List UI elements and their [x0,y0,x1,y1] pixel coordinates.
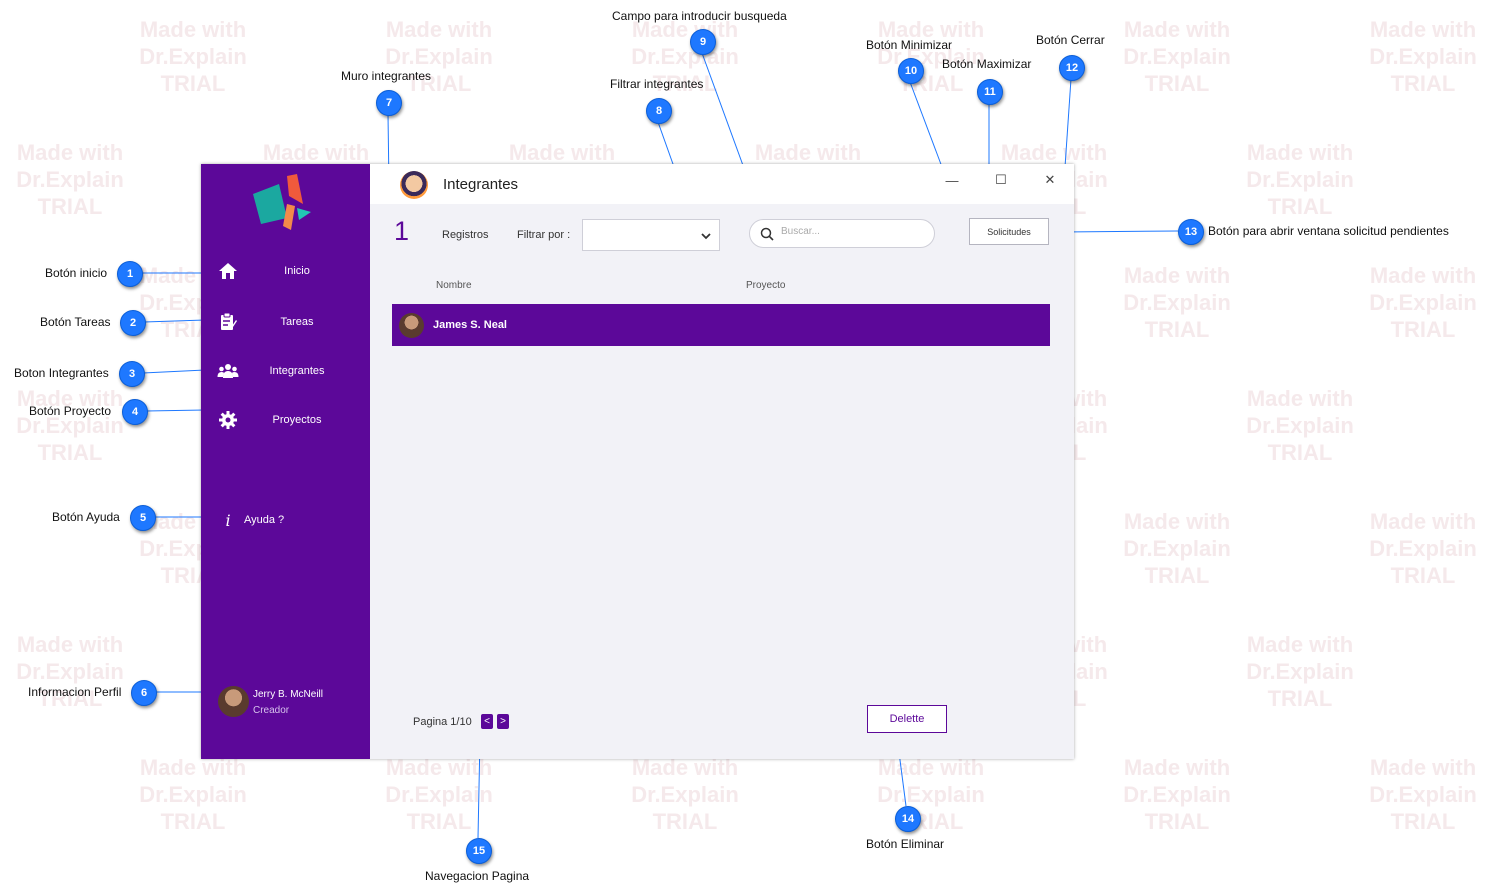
search-input[interactable] [781,226,921,237]
callout-line-13 [1061,230,1179,233]
sidebar-item-label: Proyectos [272,414,322,426]
sidebar-item-inicio[interactable]: Inicio [201,253,370,289]
callout-line-10 [909,81,943,168]
app-logo [253,174,311,230]
minimize-button[interactable]: — [938,170,966,190]
window-titlebar: Integrantes — ☐ ✕ [370,164,1074,204]
callout-label-6: Informacion Perfil [28,685,122,699]
search-field[interactable] [749,219,935,248]
page-indicator: Pagina 1/10 [413,716,472,728]
gear-icon [217,409,239,431]
sidebar-item-proyectos[interactable]: Proyectos [201,402,370,438]
callout-label-7: Muro integrantes [341,69,432,83]
callout-badge-6: 6 [131,680,157,706]
sidebar: Inicio Tareas Integrantes Proyectos i Ay… [201,164,370,759]
callout-badge-1: 1 [117,261,143,287]
info-icon: i [225,510,231,530]
sidebar-item-label: Tareas [280,316,314,328]
home-icon [217,260,239,282]
callout-line-12 [1064,78,1072,168]
callout-badge-3: 3 [119,361,145,387]
callout-label-9: Campo para introducir busqueda [612,9,787,23]
prev-page-button[interactable]: < [481,714,493,729]
callout-badge-13: 13 [1178,219,1204,245]
callout-label-3: Boton Integrantes [14,366,109,380]
record-count: 1 [394,216,410,246]
callout-line-3 [142,369,206,374]
filter-select[interactable] [582,219,720,251]
callout-badge-9: 9 [690,29,716,55]
registros-label: Registros [442,229,489,241]
callout-badge-4: 4 [122,399,148,425]
table-row[interactable]: James S. Neal [392,304,1050,346]
callout-label-12: Botón Cerrar [1036,33,1105,47]
callout-label-10: Botón Minimizar [866,38,953,52]
callout-label-11: Botón Maximizar [942,57,1032,71]
callout-badge-10: 10 [898,58,924,84]
window-title: Integrantes [443,176,519,193]
delete-button[interactable]: Delette [867,705,947,733]
column-header-nombre: Nombre [436,280,472,291]
callout-label-14: Botón Eliminar [866,837,945,851]
callout-label-13: Botón para abrir ventana solicitud pendi… [1208,224,1449,238]
app-avatar-icon [400,171,428,199]
callout-badge-2: 2 [120,310,146,336]
filter-label: Filtrar por : [517,229,571,241]
member-name: James S. Neal [433,319,507,331]
callout-badge-15: 15 [466,838,492,864]
integrantes-window: Inicio Tareas Integrantes Proyectos i Ay… [201,164,1074,759]
next-page-button[interactable]: > [497,714,509,729]
callout-line-2 [143,319,206,323]
sidebar-item-ayuda[interactable]: i Ayuda ? [201,502,370,538]
profile-info[interactable]: Jerry B. McNeill Creador [218,685,368,719]
group-icon [217,360,239,382]
callout-label-8: Filtrar integrantes [610,77,704,91]
sidebar-item-integrantes[interactable]: Integrantes [201,353,370,389]
sidebar-item-label: Inicio [284,265,310,277]
callout-label-1: Botón inicio [45,266,108,280]
column-header-proyecto: Proyecto [746,280,786,291]
tasks-icon [217,311,239,333]
avatar [218,686,249,717]
callout-label-4: Botón Proyecto [29,404,112,418]
maximize-button[interactable]: ☐ [987,170,1015,190]
chevron-down-icon [701,233,711,240]
sidebar-item-label: Ayuda ? [244,514,285,526]
callout-badge-7: 7 [376,90,402,116]
profile-name: Jerry B. McNeill [253,689,324,700]
avatar [399,313,424,338]
callout-badge-5: 5 [130,505,156,531]
search-icon [760,227,774,241]
sidebar-item-tareas[interactable]: Tareas [201,304,370,340]
callout-label-15: Navegacion Pagina [425,869,530,883]
sidebar-item-label: Integrantes [269,365,325,377]
callout-badge-8: 8 [646,98,672,124]
callout-badge-14: 14 [895,806,921,832]
callout-label-5: Botón Ayuda [52,510,120,524]
callout-line-4 [145,409,206,412]
profile-role: Creador [253,705,290,716]
callout-badge-11: 11 [977,79,1003,105]
callout-badge-12: 12 [1059,55,1085,81]
solicitudes-button[interactable]: Solicitudes [969,218,1049,245]
callout-label-2: Botón Tareas [40,315,111,329]
close-button[interactable]: ✕ [1036,170,1064,190]
